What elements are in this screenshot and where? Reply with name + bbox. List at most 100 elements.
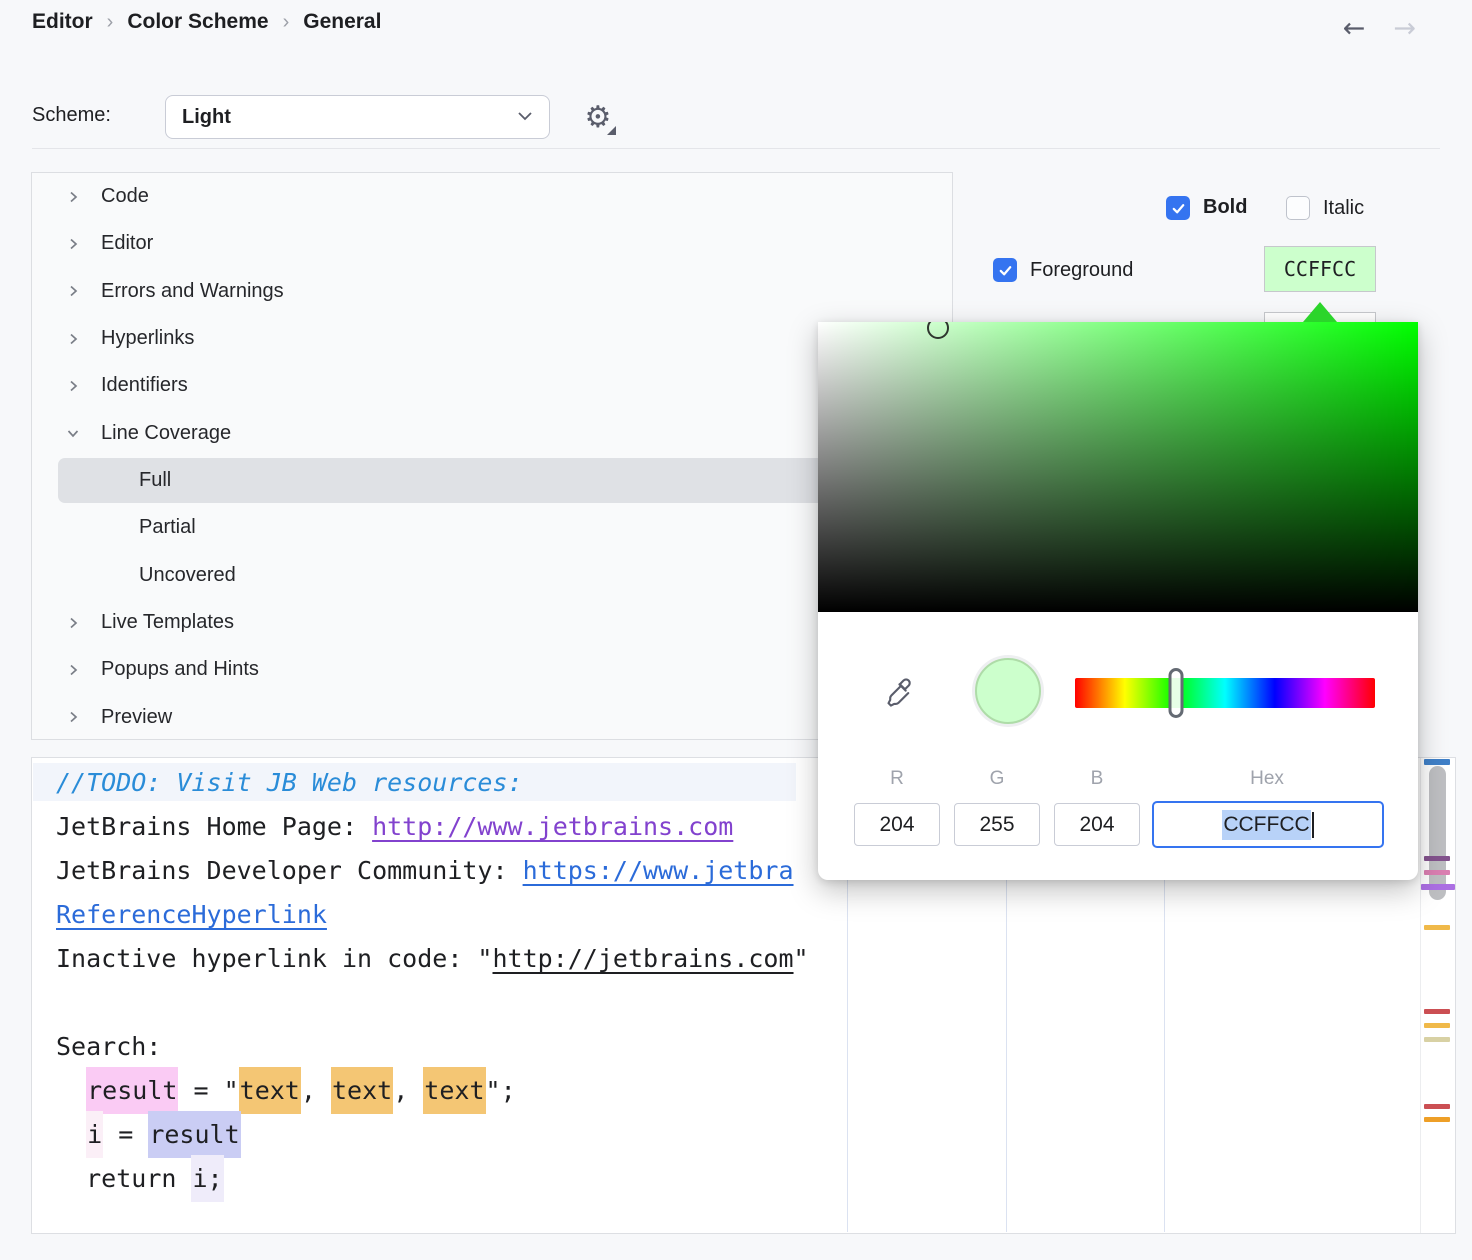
- hue-slider-handle[interactable]: [1168, 668, 1183, 718]
- breadcrumb-separator: ›: [283, 11, 290, 34]
- section-divider: [32, 148, 1440, 149]
- tree-item-label: Popups and Hints: [101, 658, 259, 681]
- r-input[interactable]: 204: [854, 803, 940, 846]
- bold-label: Bold: [1203, 196, 1247, 219]
- tree-item-identifiers[interactable]: Identifiers: [32, 362, 952, 409]
- tree-item-label: Partial: [139, 516, 196, 539]
- selected-color-preview: [975, 658, 1041, 724]
- foreground-color-swatch[interactable]: CCFFCC: [1264, 246, 1376, 292]
- gradient-selector-ring[interactable]: [927, 322, 949, 339]
- chevron-collapsed-icon[interactable]: [64, 377, 82, 395]
- g-input[interactable]: 255: [954, 803, 1040, 846]
- error-stripe-mark: [1424, 759, 1450, 765]
- tree-item-partial[interactable]: Partial: [32, 504, 952, 551]
- scheme-dropdown[interactable]: Light: [165, 95, 550, 139]
- code-segment-plain: ";: [486, 1076, 516, 1105]
- error-stripe-mark: [1424, 870, 1450, 875]
- tree-item-line-coverage[interactable]: Line Coverage: [32, 410, 952, 457]
- code-segment-plain: Search:: [56, 1032, 161, 1061]
- code-segment-hl-search: text: [423, 1067, 485, 1114]
- error-stripe-mark: [1424, 1117, 1450, 1122]
- b-label: B: [1052, 768, 1142, 790]
- code-segment-link: https://www.jetbra: [523, 856, 794, 885]
- error-stripe-mark: [1424, 1023, 1450, 1028]
- code-segment-hl-fp: i: [86, 1111, 103, 1158]
- gear-dropdown-corner-icon: [607, 126, 616, 135]
- scheme-settings-button[interactable]: ⚙: [578, 98, 618, 138]
- tree-item-label: Live Templates: [101, 611, 234, 634]
- tree-item-popups-and-hints[interactable]: Popups and Hints: [32, 646, 952, 693]
- tree-item-label: Editor: [101, 232, 153, 255]
- tree-item-editor[interactable]: Editor: [32, 220, 952, 267]
- error-stripe-mark: [1424, 856, 1450, 861]
- r-label: R: [852, 768, 942, 790]
- tree-item-code[interactable]: Code: [32, 173, 952, 220]
- chevron-collapsed-icon[interactable]: [64, 661, 82, 679]
- tree-item-full[interactable]: Full: [32, 457, 952, 504]
- code-segment-hl-write: result: [86, 1067, 178, 1114]
- tree-item-label: Uncovered: [139, 564, 236, 587]
- chevron-collapsed-icon[interactable]: [64, 235, 82, 253]
- scrollbar-thumb[interactable]: [1429, 766, 1446, 900]
- code-line: return i;: [32, 1157, 1415, 1201]
- italic-checkbox[interactable]: [1286, 196, 1310, 220]
- code-segment-plain: [56, 1120, 86, 1149]
- code-line: ReferenceHyperlink: [32, 893, 1415, 937]
- forward-arrow-icon[interactable]: →: [1393, 14, 1416, 44]
- code-segment-link: ReferenceHyperlink: [56, 900, 327, 929]
- breadcrumb-separator: ›: [107, 11, 114, 34]
- code-segment-plain: JetBrains Home Page:: [56, 812, 372, 841]
- options-tree: Code Editor Errors and Warnings HyperlinksI…: [31, 172, 953, 740]
- code-segment-plain: Inactive hyperlink in code: ": [56, 944, 493, 973]
- chevron-collapsed-icon[interactable]: [64, 708, 82, 726]
- code-segment-plain: [56, 1164, 86, 1193]
- g-label: G: [952, 768, 1042, 790]
- code-segment-hl-search: text: [239, 1067, 301, 1114]
- code-segment-plain: ,: [301, 1076, 331, 1105]
- tree-item-label: Full: [139, 469, 171, 492]
- error-stripe-mark: [1421, 884, 1455, 890]
- foreground-checkbox[interactable]: [993, 258, 1017, 282]
- bold-checkbox[interactable]: [1166, 196, 1190, 220]
- error-stripe-mark: [1424, 925, 1450, 930]
- hex-input[interactable]: CCFFCC: [1152, 801, 1384, 848]
- code-segment-plain: =: [103, 1120, 148, 1149]
- code-line: Inactive hyperlink in code: "http://jetb…: [32, 937, 1415, 981]
- code-segment-plain: ": [794, 944, 809, 973]
- color-picker-popup: R G B Hex 204 255 204 CCFFCC: [818, 322, 1418, 880]
- hex-selected-text: CCFFCC: [1222, 810, 1310, 840]
- hue-slider[interactable]: [1075, 678, 1375, 708]
- saturation-brightness-gradient[interactable]: [818, 322, 1418, 612]
- tree-item-hyperlinks[interactable]: Hyperlinks: [32, 315, 952, 362]
- tree-item-errors-and-warnings[interactable]: Errors and Warnings: [32, 268, 952, 315]
- tree-item-live-templates[interactable]: Live Templates: [32, 599, 952, 646]
- code-segment-hl-search: text: [331, 1067, 393, 1114]
- tree-item-uncovered[interactable]: Uncovered: [32, 552, 952, 599]
- tree-item-preview[interactable]: Preview: [32, 694, 952, 740]
- tree-item-label: Preview: [101, 706, 172, 729]
- error-stripe-mark: [1424, 1009, 1450, 1014]
- error-stripe: [1420, 758, 1455, 1233]
- chevron-collapsed-icon[interactable]: [64, 282, 82, 300]
- foreground-label: Foreground: [1030, 259, 1133, 282]
- chevron-collapsed-icon[interactable]: [64, 614, 82, 632]
- breadcrumb-item-color-scheme[interactable]: Color Scheme: [127, 10, 268, 34]
- code-line: [32, 981, 1415, 1025]
- chevron-expanded-icon[interactable]: [64, 424, 82, 442]
- chevron-collapsed-icon[interactable]: [64, 330, 82, 348]
- tree-item-label: Line Coverage: [101, 422, 231, 445]
- code-segment-u: http://jetbrains.com: [493, 944, 794, 973]
- hex-label: Hex: [1222, 768, 1312, 790]
- breadcrumb-item-editor[interactable]: Editor: [32, 10, 93, 34]
- code-segment-plain: = ": [178, 1076, 238, 1105]
- eyedropper-icon[interactable]: [882, 674, 916, 708]
- code-line: result = "text, text, text";: [32, 1069, 1415, 1113]
- error-stripe-mark: [1424, 1037, 1450, 1042]
- chevron-collapsed-icon[interactable]: [64, 188, 82, 206]
- breadcrumb-item-general[interactable]: General: [303, 10, 381, 34]
- back-arrow-icon[interactable]: ←: [1343, 14, 1366, 44]
- code-segment-hl-read: result: [148, 1111, 240, 1158]
- tree-item-label: Errors and Warnings: [101, 280, 284, 303]
- b-input[interactable]: 204: [1054, 803, 1140, 846]
- popup-pointer-icon: [1303, 302, 1337, 322]
